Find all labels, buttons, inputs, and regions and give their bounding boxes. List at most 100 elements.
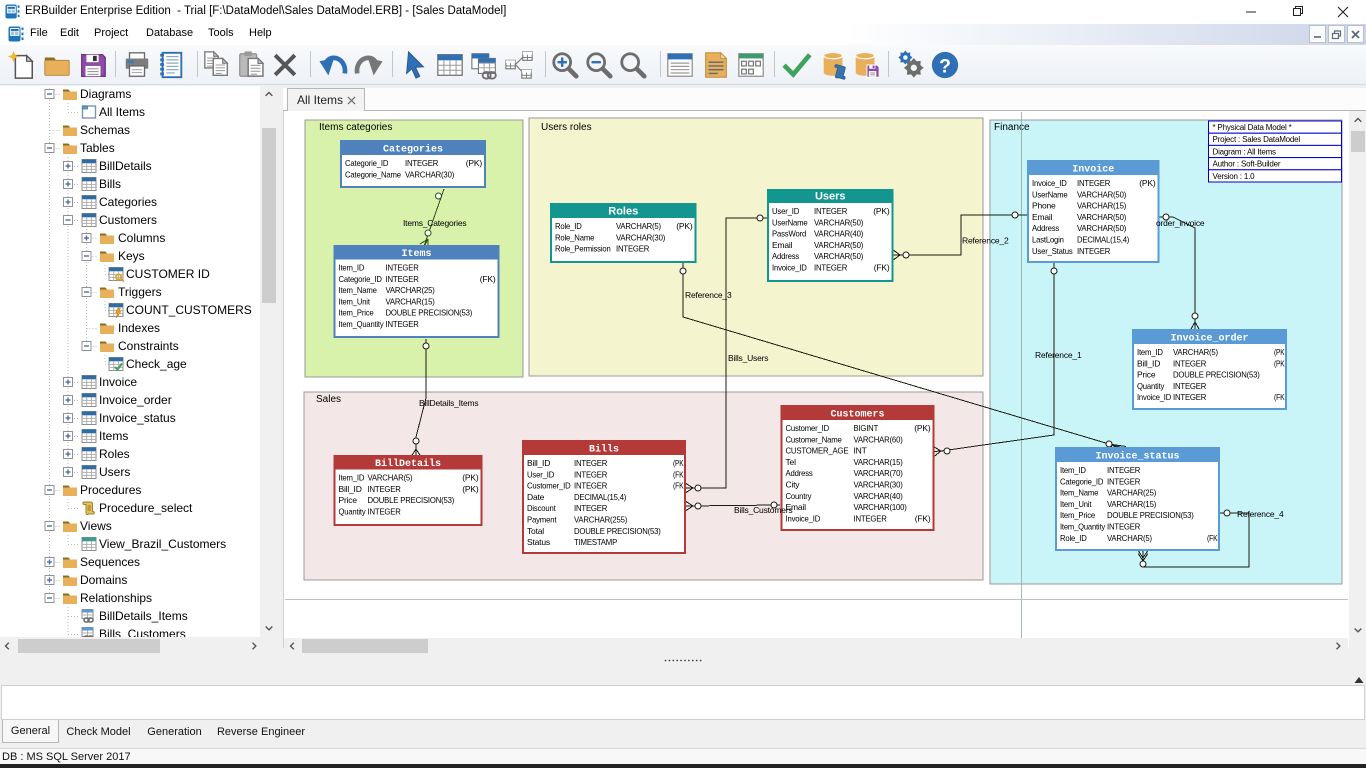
svg-text:INTEGER: INTEGER [1077,178,1110,188]
svg-text:Categorie_ID: Categorie_ID [345,158,388,168]
svg-text:Customers: Customers [830,410,884,421]
svg-text:(PK): (PK) [466,158,483,168]
svg-text:CUSTOMER ID: CUSTOMER ID [126,267,210,281]
svg-text:Status: Status [527,537,550,547]
svg-text:Procedures: Procedures [80,483,141,497]
svg-text:VARCHAR(15): VARCHAR(15) [1107,499,1156,509]
svg-text:INTEGER: INTEGER [1107,476,1140,486]
svg-text:All Items: All Items [99,105,145,119]
svg-text:Keys: Keys [118,249,145,263]
svg-text:Item_Name: Item_Name [339,285,378,295]
svg-text:VARCHAR(255): VARCHAR(255) [574,515,628,525]
svg-text:TIMESTAMP: TIMESTAMP [574,537,618,547]
svg-text:Bills_Customers: Bills_Customers [734,505,792,515]
svg-text:INTEGER: INTEGER [386,274,419,284]
svg-text:Address: Address [786,468,813,478]
svg-text:BillDetails: BillDetails [99,159,152,173]
svg-text:Invoice_status: Invoice_status [1095,451,1179,463]
svg-text:INTEGER: INTEGER [814,263,847,273]
svg-text:(PK: (PK [673,458,684,468]
svg-text:VARCHAR(40): VARCHAR(40) [854,491,903,501]
svg-text:(PK): (PK) [462,484,479,494]
svg-text:Users: Users [815,191,846,203]
svg-text:UserName: UserName [772,217,808,227]
svg-text:VARCHAR(30): VARCHAR(30) [616,232,665,242]
svg-text:Item_Unit: Item_Unit [339,296,371,306]
svg-text:VARCHAR(100): VARCHAR(100) [854,502,908,512]
svg-text:Payment: Payment [527,515,557,525]
svg-text:INTEGER: INTEGER [1107,465,1140,475]
svg-text:Item_ID: Item_ID [1137,347,1163,357]
svg-text:Bill_ID: Bill_ID [1137,358,1160,368]
svg-text:Bill_ID: Bill_ID [527,458,550,468]
svg-text:INTEGER: INTEGER [405,158,438,168]
svg-text:Tables: Tables [80,141,115,155]
svg-text:VARCHAR(50): VARCHAR(50) [814,240,863,250]
svg-text:Email: Email [1032,212,1053,222]
svg-text:BillDetails_Items: BillDetails_Items [99,609,188,623]
svg-text:Categories: Categories [99,195,157,209]
svg-text:VARCHAR(5): VARCHAR(5) [368,473,413,483]
svg-text:Invoice_status: Invoice_status [99,411,176,425]
svg-text:Item_Price: Item_Price [1060,510,1095,520]
svg-text:Categories: Categories [383,144,443,156]
svg-text:VARCHAR(15): VARCHAR(15) [854,457,903,467]
svg-text:Invoice_order: Invoice_order [1170,333,1248,345]
svg-text:INTEGER: INTEGER [368,484,401,494]
svg-text:User_ID: User_ID [772,206,799,216]
svg-text:Role_Name: Role_Name [555,232,595,242]
svg-text:Author : Soft-Builder: Author : Soft-Builder [1213,160,1281,169]
svg-text:VARCHAR(50): VARCHAR(50) [1077,212,1126,222]
svg-text:Items: Items [401,249,431,260]
svg-text:Phone: Phone [1032,201,1056,211]
svg-text:(PK): (PK) [462,473,479,483]
svg-text:(FK): (FK) [915,513,931,523]
svg-text:INTEGER: INTEGER [386,319,419,329]
svg-text:Categorie_Name: Categorie_Name [345,169,401,179]
svg-text:Bill_ID: Bill_ID [339,484,362,494]
svg-text:VARCHAR(50): VARCHAR(50) [1077,223,1126,233]
svg-text:VARCHAR(25): VARCHAR(25) [1107,488,1156,498]
svg-text:(PK: (PK [1274,358,1285,368]
svg-text:DOUBLE PRECISION(53): DOUBLE PRECISION(53) [1107,510,1194,520]
svg-text:Role_ID: Role_ID [555,221,582,231]
svg-text:Procedure_select: Procedure_select [99,501,193,515]
svg-text:Roles: Roles [608,206,638,218]
svg-text:INTEGER: INTEGER [386,263,419,273]
svg-text:Tel: Tel [786,457,797,467]
svg-text:COUNT_CUSTOMERS: COUNT_CUSTOMERS [126,303,252,317]
svg-text:INTEGER: INTEGER [1173,381,1206,391]
svg-text:Customer_Name: Customer_Name [786,434,843,444]
svg-text:INTEGER: INTEGER [1107,522,1140,532]
svg-text:(FK: (FK [1207,533,1218,543]
svg-text:Finance: Finance [994,122,1030,133]
svg-text:VARCHAR(60): VARCHAR(60) [854,434,903,444]
svg-text:BIGINT: BIGINT [854,423,879,433]
svg-text:Sequences: Sequences [80,555,140,569]
svg-text:INTEGER: INTEGER [616,244,649,254]
svg-text:(PK: (PK [1274,347,1285,357]
svg-text:INTEGER: INTEGER [574,458,607,468]
svg-text:Domains: Domains [80,573,127,587]
svg-text:Indexes: Indexes [118,321,160,335]
svg-text:INTEGER: INTEGER [574,481,607,491]
svg-text:Users roles: Users roles [541,122,592,133]
svg-text:VARCHAR(25): VARCHAR(25) [386,285,435,295]
svg-text:INT: INT [854,446,867,456]
svg-text:Items_Categories: Items_Categories [403,218,466,228]
svg-text:VARCHAR(5): VARCHAR(5) [616,221,661,231]
svg-text:Item_Unit: Item_Unit [1060,499,1092,509]
svg-text:INTEGER: INTEGER [854,513,887,523]
svg-text:INTEGER: INTEGER [1077,246,1110,256]
svg-text:(FK: (FK [673,469,684,479]
svg-text:DOUBLE PRECISION(53): DOUBLE PRECISION(53) [368,495,455,505]
svg-text:DECIMAL(15,4): DECIMAL(15,4) [1077,235,1130,245]
svg-text:(FK: (FK [1274,392,1285,402]
svg-text:(PK): (PK) [914,423,931,433]
svg-text:User_ID: User_ID [527,469,554,479]
svg-text:Bills: Bills [99,177,121,191]
svg-text:PassWord: PassWord [772,229,807,239]
svg-text:Total: Total [527,526,544,536]
svg-text:Reference_3: Reference_3 [685,290,732,300]
svg-text:Address: Address [772,251,799,261]
